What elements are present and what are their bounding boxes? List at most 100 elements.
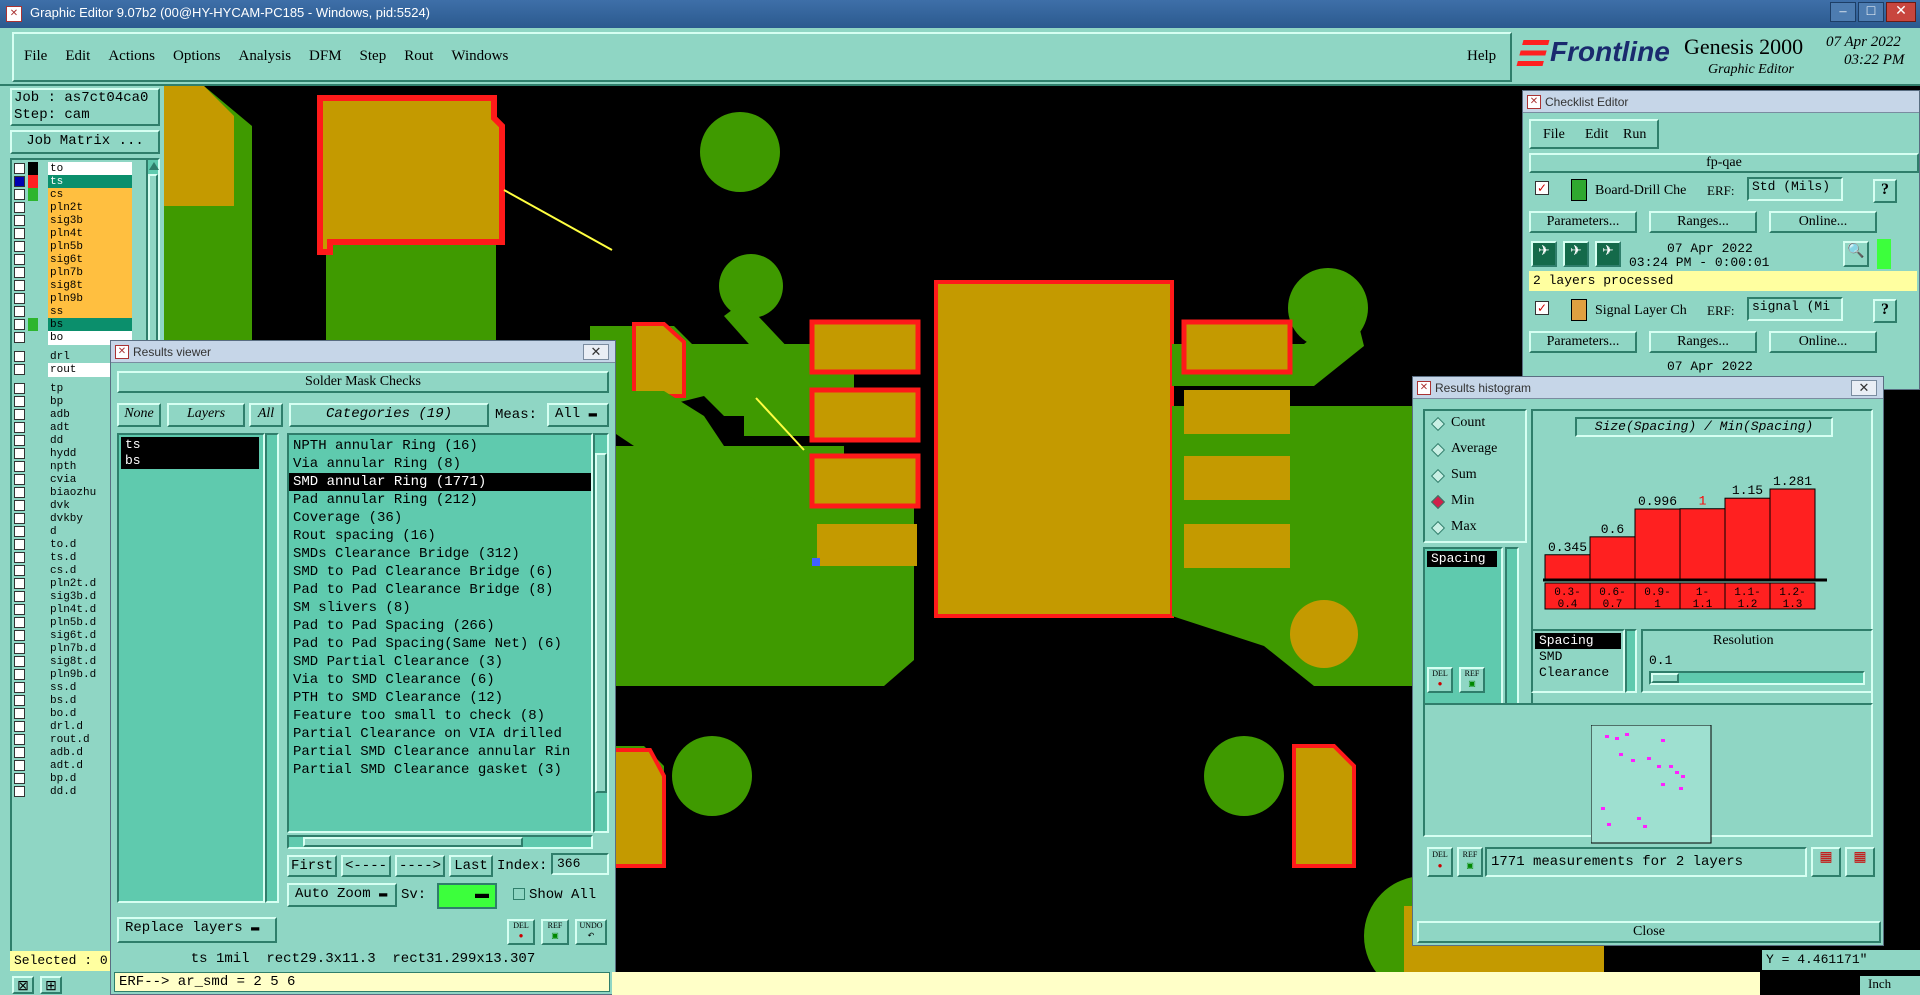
layer-checkbox[interactable] [14, 332, 25, 343]
layer-color-swatch[interactable] [28, 590, 38, 604]
layer-row-pln4t[interactable]: pln4t [14, 227, 132, 241]
chart-export-icon-2[interactable]: ▦ [1845, 847, 1875, 877]
layer-row-to[interactable]: to [14, 162, 132, 176]
layer-color-swatch[interactable] [28, 382, 38, 396]
menu-dfm[interactable]: DFM [309, 48, 342, 64]
auto-zoom-select[interactable]: Auto Zoom ▬ [287, 883, 397, 907]
layer-color-swatch[interactable] [28, 720, 38, 734]
hist-option-max[interactable]: Max [1425, 515, 1525, 541]
checklist-menu-edit[interactable]: Edit [1585, 127, 1608, 143]
layer-row-pln5b[interactable]: pln5b [14, 240, 132, 254]
result-layer-item[interactable]: bs [121, 453, 259, 469]
run-icon[interactable]: ✈ [1595, 241, 1621, 267]
layer-color-swatch[interactable] [28, 266, 38, 280]
minimize-button[interactable]: – [1830, 2, 1856, 22]
layer-color-swatch[interactable] [28, 253, 38, 267]
layer-color-swatch[interactable] [28, 577, 38, 591]
layer-checkbox[interactable] [14, 215, 25, 226]
layer-color-swatch[interactable] [28, 486, 38, 500]
layer-checkbox[interactable] [14, 461, 25, 472]
category-item[interactable]: SMD Partial Clearance (3) [289, 653, 591, 671]
layer-checkbox[interactable] [14, 241, 25, 252]
layer-color-swatch[interactable] [28, 292, 38, 306]
layer-checkbox[interactable] [14, 267, 25, 278]
category-item[interactable]: Partial Clearance on VIA drilled [289, 725, 591, 743]
layer-checkbox[interactable] [14, 682, 25, 693]
menu-windows[interactable]: Windows [451, 48, 508, 64]
layer-checkbox[interactable] [14, 721, 25, 732]
layer-color-swatch[interactable] [28, 473, 38, 487]
layer-row-sig8t[interactable]: sig8t [14, 279, 132, 293]
layer-color-swatch[interactable] [28, 395, 38, 409]
radio-diamond-icon[interactable] [1430, 520, 1446, 536]
category-hscroll[interactable] [287, 835, 593, 849]
layer-checkbox[interactable] [14, 747, 25, 758]
scroll-thumb[interactable] [303, 837, 523, 847]
category-item[interactable]: Coverage (36) [289, 509, 591, 527]
check-1-erf-value[interactable]: Std (Mils) [1747, 177, 1843, 201]
layer-name[interactable]: pln2t [48, 201, 132, 215]
layer-checkbox[interactable] [14, 163, 25, 174]
layer-checkbox[interactable] [14, 351, 25, 362]
layer-color-swatch[interactable] [28, 408, 38, 422]
layer-color-swatch[interactable] [28, 305, 38, 319]
layer-checkbox[interactable] [14, 578, 25, 589]
menu-step[interactable]: Step [360, 48, 387, 64]
layer-checkbox[interactable] [14, 422, 25, 433]
category-item[interactable]: Pad to Pad Spacing (266) [289, 617, 591, 635]
job-matrix-button[interactable]: Job Matrix ... [10, 130, 160, 154]
layer-color-swatch[interactable] [28, 318, 38, 332]
layer-checkbox[interactable] [14, 435, 25, 446]
layer-color-swatch[interactable] [28, 499, 38, 513]
sv-color-select[interactable]: ▬ [437, 883, 497, 909]
layer-color-swatch[interactable] [28, 733, 38, 747]
layer-name[interactable]: cs [48, 188, 132, 202]
layer-row-ts[interactable]: ts [14, 175, 132, 189]
layer-color-swatch[interactable] [28, 785, 38, 799]
layer-name[interactable]: ss [48, 305, 132, 319]
first-button[interactable]: First [287, 855, 337, 877]
layer-checkbox[interactable] [14, 396, 25, 407]
layer-row-sig6t[interactable]: sig6t [14, 253, 132, 267]
radio-diamond-icon[interactable] [1430, 494, 1446, 510]
layer-color-swatch[interactable] [28, 331, 38, 345]
layer-color-swatch[interactable] [28, 460, 38, 474]
layer-color-swatch[interactable] [28, 227, 38, 241]
check-2-checkbox[interactable]: ✓ [1535, 301, 1549, 315]
hist-del-button[interactable]: DEL ● [1427, 667, 1453, 693]
category-item[interactable]: SMD annular Ring (1771) [289, 473, 591, 491]
layer-checkbox[interactable] [14, 656, 25, 667]
radio-diamond-icon[interactable] [1430, 416, 1446, 432]
category-item[interactable]: Rout spacing (16) [289, 527, 591, 545]
categories-button[interactable]: Categories (19) [289, 403, 489, 427]
layer-checkbox[interactable] [14, 591, 25, 602]
layer-checkbox[interactable] [14, 604, 25, 615]
category-vscroll[interactable] [593, 433, 609, 833]
layer-row-ss[interactable]: ss [14, 305, 132, 319]
layer-checkbox[interactable] [14, 228, 25, 239]
del-icon-button[interactable]: DEL ● [507, 919, 535, 945]
category-item[interactable]: SMDs Clearance Bridge (312) [289, 545, 591, 563]
layers-button[interactable]: Layers [167, 403, 245, 427]
prev-button[interactable]: <---- [341, 855, 391, 877]
layer-checkbox[interactable] [14, 448, 25, 459]
measure-item[interactable]: Spacing [1535, 633, 1621, 649]
layer-color-swatch[interactable] [28, 616, 38, 630]
layer-name[interactable]: sig6t [48, 253, 132, 267]
layer-color-swatch[interactable] [28, 538, 38, 552]
layer-checkbox[interactable] [14, 630, 25, 641]
summary-ref-button[interactable]: REF ▣ [1457, 847, 1483, 877]
hist-list-item[interactable]: Spacing [1427, 551, 1497, 567]
layer-checkbox[interactable] [14, 383, 25, 394]
category-item[interactable]: Via to SMD Clearance (6) [289, 671, 591, 689]
layer-color-swatch[interactable] [28, 363, 38, 377]
zoom-icon[interactable]: 🔍 [1843, 241, 1869, 267]
layer-color-swatch[interactable] [28, 668, 38, 682]
help-menu[interactable]: Help [1467, 48, 1496, 65]
layer-checkbox[interactable] [14, 513, 25, 524]
layer-checkbox[interactable] [14, 409, 25, 420]
menu-rout[interactable]: Rout [404, 48, 433, 64]
histogram-bar[interactable] [1679, 508, 1726, 580]
hist-option-min[interactable]: Min [1425, 489, 1525, 515]
checklist-menu-file[interactable]: File [1543, 127, 1565, 143]
